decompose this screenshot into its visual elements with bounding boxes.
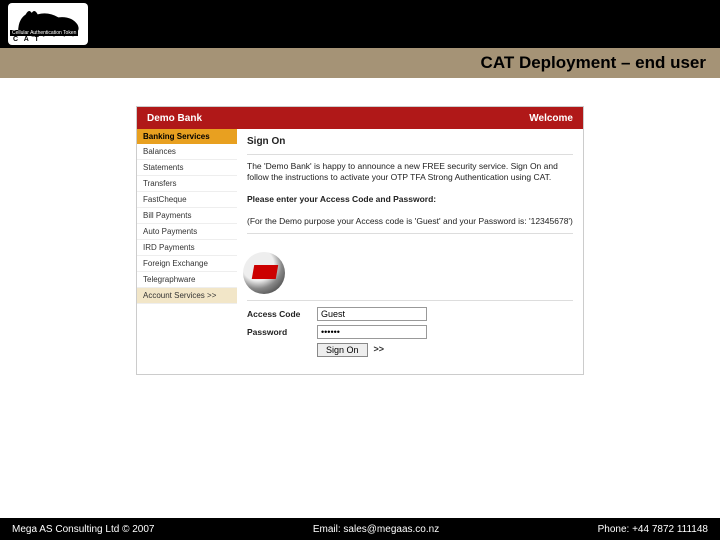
footer-left: Mega AS Consulting Ltd © 2007 xyxy=(12,524,154,535)
sidebar-item-transfers[interactable]: Transfers xyxy=(137,176,237,192)
sidebar-item-telegraphware[interactable]: Telegraphware xyxy=(137,272,237,288)
sidebar-item-statements[interactable]: Statements xyxy=(137,160,237,176)
sidebar-item-fastcheque[interactable]: FastCheque xyxy=(137,192,237,208)
sidebar-item-accountservices[interactable]: Account Services >> xyxy=(137,288,237,304)
sidebar-item-balances[interactable]: Balances xyxy=(137,144,237,160)
sidebar-item-billpayments[interactable]: Bill Payments xyxy=(137,208,237,224)
divider xyxy=(247,300,573,301)
sidebar-item-irdpayments[interactable]: IRD Payments xyxy=(137,240,237,256)
bank-body: Banking Services Balances Statements Tra… xyxy=(137,129,583,374)
divider xyxy=(247,154,573,155)
slide-header: Cellular Authentication Token C A T CAT … xyxy=(0,0,720,78)
divider xyxy=(247,233,573,234)
seal-badge-icon xyxy=(252,265,278,279)
hint-text: (For the Demo purpose your Access code i… xyxy=(247,216,573,227)
prompt-text: Please enter your Access Code and Passwo… xyxy=(247,194,573,205)
sidebar: Banking Services Balances Statements Tra… xyxy=(137,129,237,374)
main-panel: Sign On The 'Demo Bank' is happy to anno… xyxy=(237,129,583,374)
password-label: Password xyxy=(247,327,317,338)
footer-phone: Phone: +44 7872 111148 xyxy=(598,524,708,535)
logo-text: C A T xyxy=(13,36,41,43)
password-input[interactable] xyxy=(317,325,427,339)
intro-text: The 'Demo Bank' is happy to announce a n… xyxy=(247,161,573,183)
sidebar-item-foreignexchange[interactable]: Foreign Exchange xyxy=(137,256,237,272)
footer-email: Email: sales@megaas.co.nz xyxy=(313,524,439,535)
access-code-label: Access Code xyxy=(247,309,317,320)
bank-header: Demo Bank Welcome xyxy=(137,107,583,129)
welcome-label: Welcome xyxy=(529,113,573,124)
access-code-input[interactable] xyxy=(317,307,427,321)
arrows-icon: >> xyxy=(374,344,385,356)
sidebar-header: Banking Services xyxy=(137,129,237,144)
password-row: Password xyxy=(247,325,573,339)
security-seal-icon xyxy=(243,252,285,294)
seal-row xyxy=(247,252,573,294)
bank-name: Demo Bank xyxy=(147,113,202,124)
logo-strip: Cellular Authentication Token C A T xyxy=(0,0,720,48)
signon-button[interactable]: Sign On xyxy=(317,343,368,357)
browser-screenshot: Demo Bank Welcome Banking Services Balan… xyxy=(136,106,584,375)
signon-button-row: Sign On >> xyxy=(317,343,573,357)
slide-title: CAT Deployment – end user xyxy=(481,53,706,73)
slide-body: Demo Bank Welcome Banking Services Balan… xyxy=(0,78,720,490)
access-code-row: Access Code xyxy=(247,307,573,321)
slide-footer: Mega AS Consulting Ltd © 2007 Email: sal… xyxy=(0,518,720,540)
sidebar-item-autopayments[interactable]: Auto Payments xyxy=(137,224,237,240)
signon-heading: Sign On xyxy=(247,135,573,148)
title-strip: CAT Deployment – end user xyxy=(0,48,720,78)
cat-logo: Cellular Authentication Token C A T xyxy=(8,3,88,45)
